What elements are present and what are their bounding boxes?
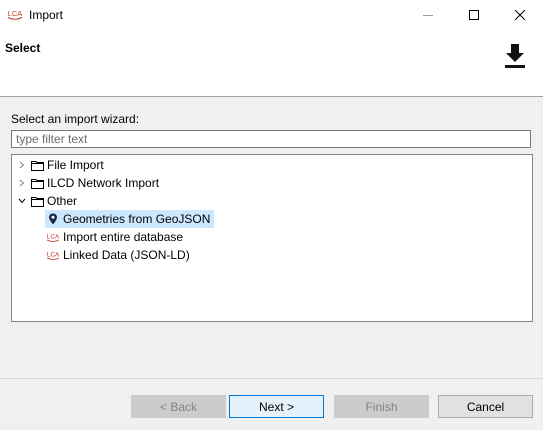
lca-icon-text: LCA — [47, 234, 60, 241]
chevron-right-icon[interactable] — [15, 174, 29, 192]
tree-item-linked-data-json-ld[interactable]: LCA Linked Data (JSON-LD) — [45, 246, 194, 264]
tree-item-other[interactable]: Other — [15, 192, 81, 210]
tree-item-geometries-from-geojson[interactable]: Geometries from GeoJSON — [45, 210, 215, 228]
folder-icon — [29, 156, 45, 174]
wizard-header: Select — [0, 30, 543, 97]
close-button[interactable] — [497, 0, 543, 30]
lca-app-icon: LCA — [8, 9, 23, 20]
lca-app-icon-text: LCA — [8, 9, 23, 18]
tree-item-label: Other — [47, 194, 78, 208]
page-title: Select — [5, 41, 41, 55]
minimize-icon — [423, 15, 433, 16]
chevron-right-icon[interactable] — [15, 156, 29, 174]
wizard-tree[interactable]: File Import ILCD Network Import Other Ge… — [11, 154, 533, 322]
filter-input[interactable] — [11, 130, 531, 148]
minimize-button[interactable] — [405, 0, 451, 30]
import-dialog: LCA Import Select Select an import wizar… — [0, 0, 543, 430]
footer-divider — [0, 378, 543, 379]
tree-item-label: Linked Data (JSON-LD) — [63, 248, 190, 262]
lca-icon-text: LCA — [47, 252, 60, 259]
wizard-label: Select an import wizard: — [11, 112, 140, 126]
lca-icon: LCA — [45, 228, 61, 246]
maximize-button[interactable] — [451, 0, 497, 30]
close-icon — [515, 10, 525, 20]
next-button[interactable]: Next > — [229, 395, 324, 418]
tree-item-ilcd-network-import[interactable]: ILCD Network Import — [15, 174, 163, 192]
folder-icon — [29, 174, 45, 192]
tree-item-label: File Import — [47, 158, 104, 172]
chevron-down-icon[interactable] — [15, 192, 29, 210]
cancel-button[interactable]: Cancel — [438, 395, 533, 418]
tree-item-import-entire-database[interactable]: LCA Import entire database — [45, 228, 187, 246]
tree-item-file-import[interactable]: File Import — [15, 156, 108, 174]
back-button[interactable]: < Back — [131, 395, 226, 418]
tree-item-label: ILCD Network Import — [47, 176, 160, 190]
download-icon — [505, 44, 525, 68]
window-title: Import — [29, 8, 64, 22]
finish-button[interactable]: Finish — [334, 395, 429, 418]
folder-icon — [29, 192, 45, 210]
map-pin-icon — [45, 210, 61, 228]
lca-icon: LCA — [45, 246, 61, 264]
maximize-icon — [469, 10, 479, 20]
title-bar[interactable]: LCA Import — [0, 0, 543, 30]
tree-item-label: Geometries from GeoJSON — [63, 212, 211, 226]
tree-item-label: Import entire database — [63, 230, 184, 244]
